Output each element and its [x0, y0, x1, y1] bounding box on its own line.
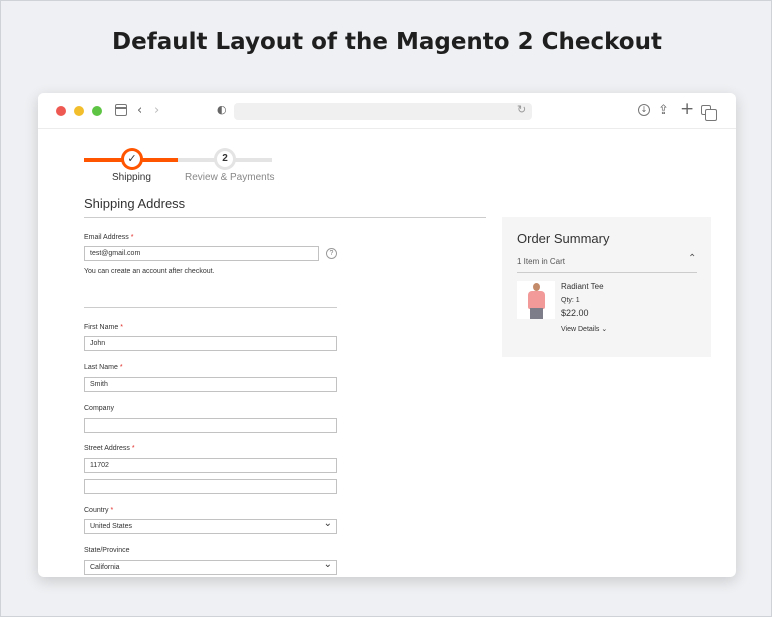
divider: [84, 217, 486, 218]
shield-icon[interactable]: ◐: [217, 101, 227, 119]
email-label: Email Address *: [84, 234, 133, 241]
state-label: State/Province: [84, 547, 130, 554]
step-number: 2: [217, 151, 233, 167]
step-shipping-label[interactable]: Shipping: [112, 172, 151, 183]
account-note: You can create an account after checkout…: [84, 268, 215, 275]
required-marker: *: [119, 364, 123, 371]
product-name: Radiant Tee: [561, 282, 604, 291]
country-label: Country *: [84, 507, 113, 514]
product-qty: Qty: 1: [561, 297, 580, 304]
required-marker: *: [131, 445, 135, 452]
minimize-window-button[interactable]: [74, 106, 84, 116]
last-name-field[interactable]: Smith: [84, 377, 337, 392]
required-marker: *: [110, 507, 114, 514]
email-label-text: Email Address: [84, 234, 129, 241]
check-icon: ✓: [124, 151, 140, 167]
street-label: Street Address *: [84, 445, 135, 452]
share-icon[interactable]: ⇪: [658, 102, 669, 120]
cart-count[interactable]: 1 Item in Cart: [517, 257, 565, 266]
step-review-indicator[interactable]: 2: [214, 148, 236, 170]
street-line2-field[interactable]: [84, 479, 337, 494]
step-review-label[interactable]: Review & Payments: [185, 172, 274, 183]
section-title: Shipping Address: [84, 196, 186, 211]
country-value: United States: [90, 523, 133, 530]
tabs-icon[interactable]: [701, 105, 717, 121]
company-field[interactable]: [84, 418, 337, 433]
country-label-text: Country: [84, 507, 109, 514]
reload-icon[interactable]: ↻: [517, 101, 526, 119]
progress-track: [84, 158, 272, 162]
state-select[interactable]: California: [84, 558, 337, 575]
summary-title: Order Summary: [517, 231, 610, 246]
browser-toolbar: ‹ › ◐ ↻ ↓ ⇪ +: [38, 93, 736, 129]
street-line1-field[interactable]: 11702: [84, 458, 337, 473]
forward-icon[interactable]: ›: [154, 102, 159, 120]
product-image: [517, 281, 555, 319]
page-heading: Default Layout of the Magento 2 Checkout: [112, 29, 662, 55]
divider: [517, 272, 697, 273]
checkout-page: ✓ 2 Shipping Review & Payments Shipping …: [38, 129, 736, 577]
help-icon[interactable]: ?: [326, 248, 337, 259]
order-summary: Order Summary 1 Item in Cart ⌃ Radiant T…: [502, 217, 711, 357]
required-marker: *: [130, 234, 134, 241]
back-icon[interactable]: ‹: [137, 102, 142, 120]
country-select[interactable]: United States: [84, 517, 337, 534]
maximize-window-button[interactable]: [92, 106, 102, 116]
browser-window: ‹ › ◐ ↻ ↓ ⇪ + ✓ 2 Shipping Review & Paym…: [38, 93, 736, 577]
company-label: Company: [84, 405, 114, 412]
last-name-label-text: Last Name: [84, 364, 118, 371]
plus-icon[interactable]: +: [680, 100, 694, 118]
first-name-field[interactable]: John: [84, 336, 337, 351]
first-name-label-text: First Name: [84, 324, 119, 331]
first-name-label: First Name *: [84, 324, 123, 331]
street-label-text: Street Address: [84, 445, 130, 452]
view-details-link[interactable]: View Details ⌄: [561, 325, 607, 333]
email-field[interactable]: test@gmail.com: [84, 246, 319, 261]
divider: [84, 307, 337, 308]
required-marker: *: [120, 324, 123, 331]
product-price: $22.00: [561, 308, 589, 318]
url-bar[interactable]: [234, 103, 532, 120]
last-name-label: Last Name *: [84, 364, 123, 371]
state-value: California: [90, 564, 120, 571]
step-shipping-indicator[interactable]: ✓: [121, 148, 143, 170]
download-icon[interactable]: ↓: [638, 104, 650, 116]
sidebar-icon[interactable]: [115, 104, 127, 116]
close-window-button[interactable]: [56, 106, 66, 116]
chevron-up-icon[interactable]: ⌃: [688, 253, 696, 264]
